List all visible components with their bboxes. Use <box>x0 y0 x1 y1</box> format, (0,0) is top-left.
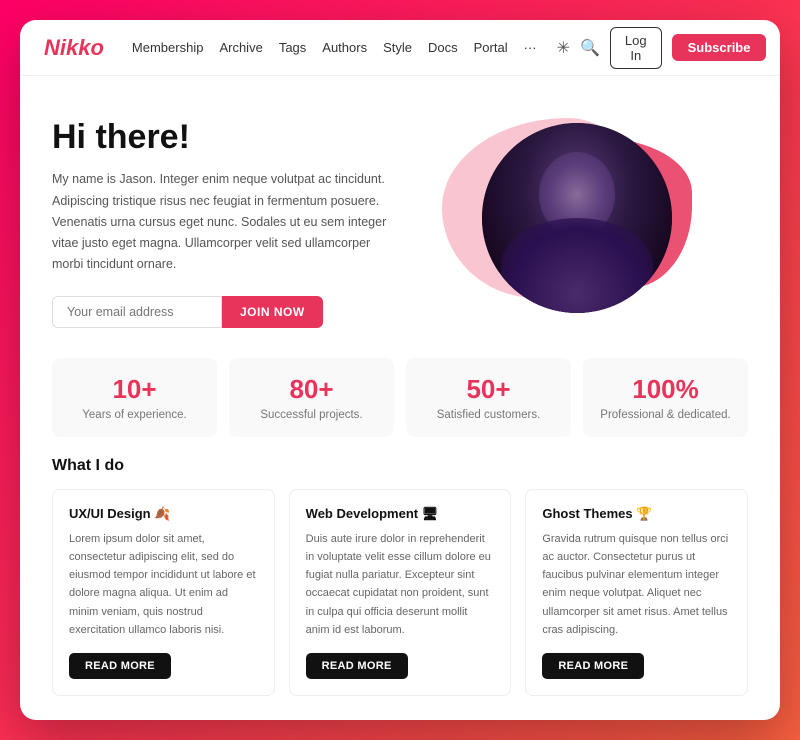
cards-grid: UX/UI Design 🍂 Lorem ipsum dolor sit ame… <box>52 489 748 696</box>
search-icon[interactable]: 🔍 <box>580 38 600 58</box>
nav-link-archive[interactable]: Archive <box>219 40 262 55</box>
hero-section: Hi there! My name is Jason. Integer enim… <box>20 76 780 358</box>
card-title: Ghost Themes 🏆 <box>542 506 731 522</box>
card-description: Duis aute irure dolor in reprehenderit i… <box>306 530 495 639</box>
what-section: What I do UX/UI Design 🍂 Lorem ipsum dol… <box>20 457 780 720</box>
logo[interactable]: Nikko <box>44 35 104 61</box>
settings-icon[interactable]: ✳ <box>557 38 570 58</box>
nav-link-docs[interactable]: Docs <box>428 40 458 55</box>
login-button[interactable]: Log In <box>610 27 662 69</box>
stat-number: 80+ <box>245 374 378 405</box>
stat-card: 80+ Successful projects. <box>229 358 394 437</box>
hero-description: My name is Jason. Integer enim neque vol… <box>52 169 392 275</box>
service-card: Web Development 🖥 Duis aute irure dolor … <box>289 489 512 696</box>
stat-number: 10+ <box>68 374 201 405</box>
nav-link-authors[interactable]: Authors <box>322 40 367 55</box>
stat-card: 50+ Satisfied customers. <box>406 358 571 437</box>
nav-links: Membership Archive Tags Authors Style Docs Por… <box>132 40 537 55</box>
stat-card: 10+ Years of experience. <box>52 358 217 437</box>
nav-link-portal[interactable]: Portal <box>474 40 508 55</box>
stat-label: Satisfied customers. <box>422 409 555 421</box>
nav-link-style[interactable]: Style <box>383 40 412 55</box>
card-description: Gravida rutrum quisque non tellus orci a… <box>542 530 731 639</box>
service-card: UX/UI Design 🍂 Lorem ipsum dolor sit ame… <box>52 489 275 696</box>
main-window: Nikko Membership Archive Tags Authors Style D… <box>20 20 780 720</box>
nav-actions: ✳ 🔍 Log In Subscribe <box>557 27 767 69</box>
stat-label: Professional & dedicated. <box>599 409 732 421</box>
person-image <box>482 123 672 313</box>
read-more-button[interactable]: READ MORE <box>542 653 644 679</box>
read-more-button[interactable]: READ MORE <box>69 653 171 679</box>
nav-link-membership[interactable]: Membership <box>132 40 204 55</box>
join-button[interactable]: JOIN NOW <box>222 296 323 328</box>
stat-label: Years of experience. <box>68 409 201 421</box>
nav-link-tags[interactable]: Tags <box>279 40 306 55</box>
card-title: UX/UI Design 🍂 <box>69 506 258 522</box>
hero-text: Hi there! My name is Jason. Integer enim… <box>52 118 392 327</box>
stats-section: 10+ Years of experience.80+ Successful p… <box>20 358 780 457</box>
email-input[interactable] <box>52 296 222 328</box>
navbar: Nikko Membership Archive Tags Authors Style D… <box>20 20 780 76</box>
what-title: What I do <box>52 457 748 475</box>
nav-link-···[interactable]: ··· <box>524 40 537 55</box>
hero-image-area <box>392 108 712 338</box>
stat-number: 100% <box>599 374 732 405</box>
hero-photo <box>482 123 672 313</box>
hero-title: Hi there! <box>52 118 392 157</box>
service-card: Ghost Themes 🏆 Gravida rutrum quisque no… <box>525 489 748 696</box>
hero-form: JOIN NOW <box>52 296 392 328</box>
card-title: Web Development 🖥 <box>306 506 495 522</box>
card-description: Lorem ipsum dolor sit amet, consectetur … <box>69 530 258 639</box>
stat-label: Successful projects. <box>245 409 378 421</box>
stat-card: 100% Professional & dedicated. <box>583 358 748 437</box>
stat-number: 50+ <box>422 374 555 405</box>
read-more-button[interactable]: READ MORE <box>306 653 408 679</box>
subscribe-button[interactable]: Subscribe <box>672 34 767 61</box>
